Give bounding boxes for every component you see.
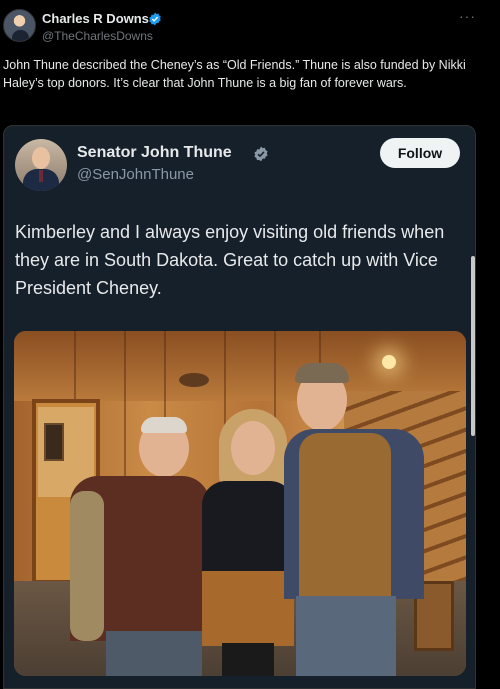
- more-icon[interactable]: ···: [459, 8, 476, 24]
- verified-badge-icon: [149, 12, 161, 26]
- post: Charles R Downs @TheCharlesDowns ··· Joh…: [0, 0, 500, 689]
- quoted-text: Kimberley and I always enjoy visiting ol…: [15, 222, 445, 298]
- author-name[interactable]: Charles R Downs: [42, 11, 149, 26]
- follow-button[interactable]: Follow: [380, 138, 460, 168]
- quoted-author-name[interactable]: Senator John Thune: [77, 144, 232, 162]
- post-photo[interactable]: [14, 331, 466, 676]
- quoted-post[interactable]: Senator John Thune @SenJohnThune Follow …: [3, 125, 476, 689]
- author-handle[interactable]: @TheCharlesDowns: [42, 29, 153, 43]
- scrollbar[interactable]: [471, 256, 475, 436]
- avatar[interactable]: [3, 9, 36, 42]
- verified-badge-icon: [254, 146, 268, 162]
- post-header: Charles R Downs @TheCharlesDowns ···: [0, 0, 500, 50]
- quoted-avatar[interactable]: [15, 139, 67, 191]
- quoted-author-handle[interactable]: @SenJohnThune: [77, 166, 194, 183]
- post-text: John Thune described the Cheney’s as “Ol…: [3, 58, 466, 90]
